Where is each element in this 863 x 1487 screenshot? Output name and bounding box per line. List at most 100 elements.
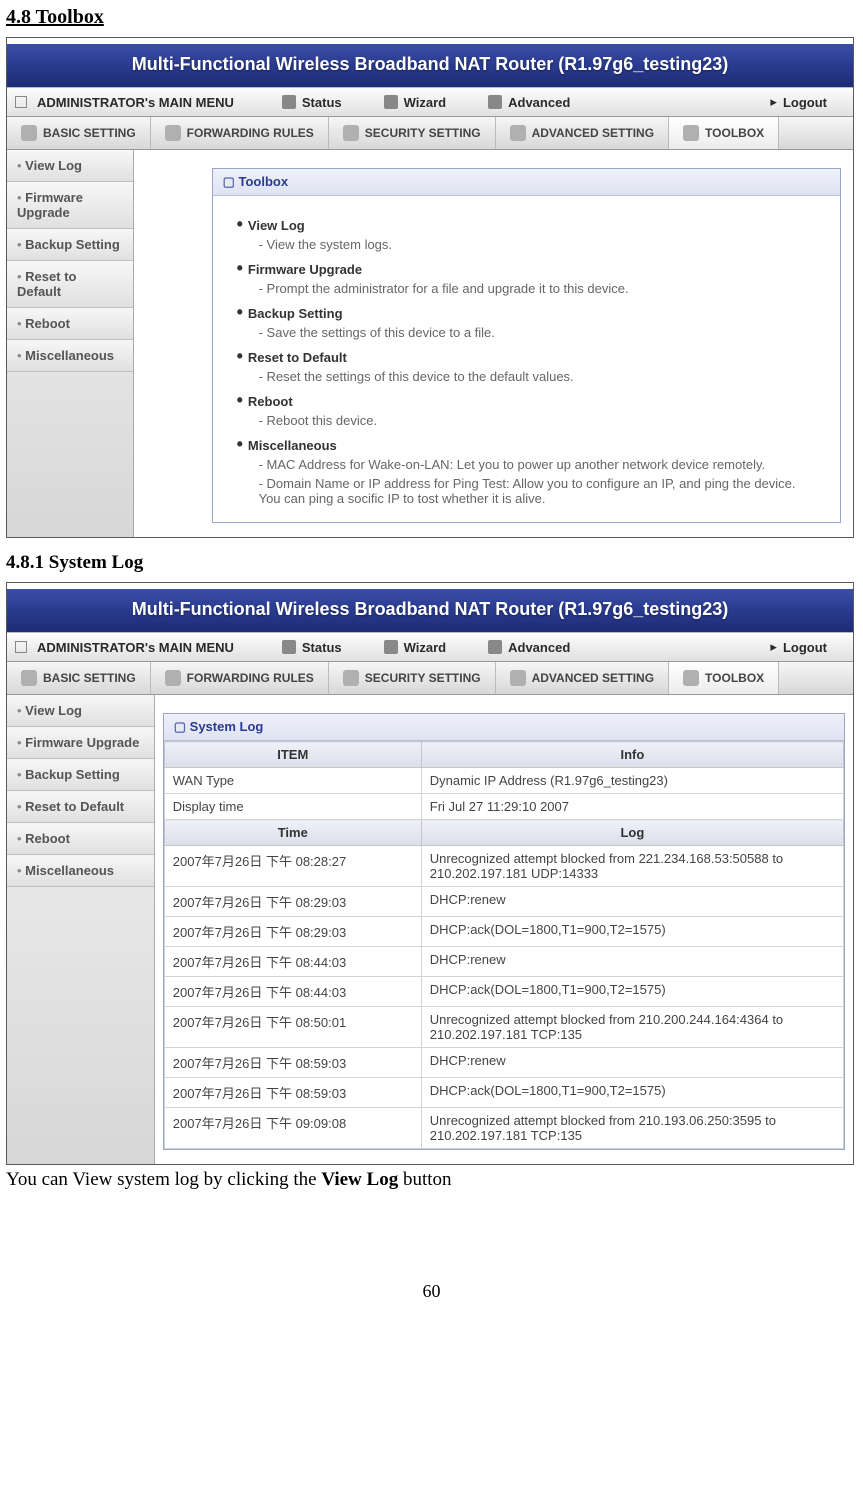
- wizard-icon: [384, 95, 398, 109]
- tab-forwarding[interactable]: FORWARDING RULES: [151, 117, 329, 149]
- tab-advanced-setting[interactable]: ADVANCED SETTING: [496, 117, 669, 149]
- cell-log: DHCP:renew: [421, 1048, 843, 1078]
- tab-advanced-setting-label-2: ADVANCED SETTING: [532, 671, 654, 685]
- tab-toolbox[interactable]: TOOLBOX: [669, 117, 779, 149]
- tab-security-label: SECURITY SETTING: [365, 126, 481, 140]
- feature-desc: MAC Address for Wake-on-LAN: Let you to …: [259, 457, 820, 472]
- sidebar-item-view-log-2[interactable]: View Log: [7, 695, 154, 727]
- caption-post: button: [398, 1169, 451, 1190]
- table-row: 2007年7月26日 下午 08:29:03DHCP:renew: [164, 887, 843, 917]
- feature-title: Reset to Default: [237, 350, 347, 365]
- th-time: Time: [164, 820, 421, 846]
- sidebar-item-firmware-upgrade[interactable]: Firmware Upgrade: [7, 182, 133, 229]
- sidebar-item-reboot-2[interactable]: Reboot: [7, 823, 154, 855]
- tab-bar: BASIC SETTING FORWARDING RULES SECURITY …: [7, 117, 853, 150]
- toolbox-content-box: Toolbox View LogView the system logs.Fir…: [212, 168, 841, 523]
- cell-time: 2007年7月26日 下午 08:29:03: [164, 917, 421, 947]
- cell-log: Unrecognized attempt blocked from 210.20…: [421, 1007, 843, 1048]
- sidebar-item-backup-setting[interactable]: Backup Setting: [7, 229, 133, 261]
- tab-basic-2[interactable]: BASIC SETTING: [7, 662, 151, 694]
- feature-desc: Prompt the administrator for a file and …: [259, 281, 820, 296]
- table-row: Display timeFri Jul 27 11:29:10 2007: [164, 794, 843, 820]
- menu-logout-2[interactable]: Logout: [752, 637, 845, 657]
- cell-log: DHCP:renew: [421, 947, 843, 977]
- tab-basic-label: BASIC SETTING: [43, 126, 136, 140]
- sidebar-item-view-log[interactable]: View Log: [7, 150, 133, 182]
- menu-wizard-label: Wizard: [404, 95, 447, 110]
- menu-wizard[interactable]: Wizard: [366, 93, 465, 112]
- cell-time: 2007年7月26日 下午 08:44:03: [164, 947, 421, 977]
- feature-title: View Log: [237, 218, 305, 233]
- feature-title: Reboot: [237, 394, 293, 409]
- tab-bar-2: BASIC SETTING FORWARDING RULES SECURITY …: [7, 662, 853, 695]
- table-row: 2007年7月26日 下午 09:09:08Unrecognized attem…: [164, 1108, 843, 1149]
- tab-basic[interactable]: BASIC SETTING: [7, 117, 151, 149]
- menu-wizard-2[interactable]: Wizard: [366, 638, 465, 657]
- advanced-setting-icon: [510, 125, 526, 141]
- cell-log: Unrecognized attempt blocked from 221.23…: [421, 846, 843, 887]
- tab-advanced-setting-2[interactable]: ADVANCED SETTING: [496, 662, 669, 694]
- sidebar-item-miscellaneous-2[interactable]: Miscellaneous: [7, 855, 154, 887]
- title-bar-2: Multi-Functional Wireless Broadband NAT …: [7, 583, 853, 632]
- sidebar-item-reset-default[interactable]: Reset to Default: [7, 261, 133, 308]
- cell-time: 2007年7月26日 下午 08:59:03: [164, 1078, 421, 1108]
- sidebar-item-reset-default-2[interactable]: Reset to Default: [7, 791, 154, 823]
- cell-info: Fri Jul 27 11:29:10 2007: [421, 794, 843, 820]
- admin-label: ADMINISTRATOR's MAIN MENU: [37, 95, 234, 110]
- security-icon: [343, 670, 359, 686]
- tab-toolbox-label-2: TOOLBOX: [705, 671, 764, 685]
- status-icon: [282, 95, 296, 109]
- cell-item: Display time: [164, 794, 421, 820]
- feature-desc: Domain Name or IP address for Ping Test:…: [259, 476, 820, 506]
- th-log: Log: [421, 820, 843, 846]
- tab-forwarding-label: FORWARDING RULES: [187, 126, 314, 140]
- feature-title: Backup Setting: [237, 306, 343, 321]
- table-row: 2007年7月26日 下午 08:59:03DHCP:ack(DOL=1800,…: [164, 1078, 843, 1108]
- cell-log: DHCP:ack(DOL=1800,T1=900,T2=1575): [421, 1078, 843, 1108]
- forwarding-icon: [165, 670, 181, 686]
- feature-item: Reset to Default: [237, 350, 820, 365]
- advanced-icon: [488, 640, 502, 654]
- sidebar-item-firmware-upgrade-2[interactable]: Firmware Upgrade: [7, 727, 154, 759]
- table-row: 2007年7月26日 下午 08:29:03DHCP:ack(DOL=1800,…: [164, 917, 843, 947]
- menu-bar-2: ADMINISTRATOR's MAIN MENU Status Wizard …: [7, 632, 853, 662]
- sidebar: View Log Firmware Upgrade Backup Setting…: [7, 150, 134, 537]
- tab-forwarding-label-2: FORWARDING RULES: [187, 671, 314, 685]
- tab-advanced-setting-label: ADVANCED SETTING: [532, 126, 654, 140]
- tab-forwarding-2[interactable]: FORWARDING RULES: [151, 662, 329, 694]
- tab-basic-label-2: BASIC SETTING: [43, 671, 136, 685]
- tab-security-2[interactable]: SECURITY SETTING: [329, 662, 496, 694]
- cell-log: DHCP:renew: [421, 887, 843, 917]
- tab-toolbox-2[interactable]: TOOLBOX: [669, 662, 779, 694]
- table-row: 2007年7月26日 下午 08:44:03DHCP:ack(DOL=1800,…: [164, 977, 843, 1007]
- page-number: 60: [6, 1281, 857, 1302]
- caption-strong: View Log: [321, 1169, 398, 1190]
- menu-advanced-2[interactable]: Advanced: [470, 638, 588, 657]
- menu-status-2[interactable]: Status: [264, 638, 360, 657]
- toolbox-icon: [683, 125, 699, 141]
- feature-title: Miscellaneous: [237, 438, 337, 453]
- sidebar-item-backup-setting-2[interactable]: Backup Setting: [7, 759, 154, 791]
- sidebar-item-reboot[interactable]: Reboot: [7, 308, 133, 340]
- cell-item: WAN Type: [164, 768, 421, 794]
- feature-desc: View the system logs.: [259, 237, 820, 252]
- menu-logout[interactable]: Logout: [752, 92, 845, 112]
- square-icon: [15, 641, 27, 653]
- sidebar-item-miscellaneous[interactable]: Miscellaneous: [7, 340, 133, 372]
- feature-item: Miscellaneous: [237, 438, 820, 453]
- wizard-icon: [384, 640, 398, 654]
- tab-security[interactable]: SECURITY SETTING: [329, 117, 496, 149]
- table-row: WAN TypeDynamic IP Address (R1.97g6_test…: [164, 768, 843, 794]
- menu-status[interactable]: Status: [264, 93, 360, 112]
- sidebar-2: View Log Firmware Upgrade Backup Setting…: [7, 695, 155, 1164]
- caption: You can View system log by clicking the …: [6, 1169, 857, 1191]
- feature-item: Firmware Upgrade: [237, 262, 820, 277]
- table-row: 2007年7月26日 下午 08:28:27Unrecognized attem…: [164, 846, 843, 887]
- cell-time: 2007年7月26日 下午 08:50:01: [164, 1007, 421, 1048]
- square-icon: [15, 96, 27, 108]
- menu-advanced-label: Advanced: [508, 95, 570, 110]
- subsection-heading: 4.8.1 System Log: [6, 552, 857, 574]
- th-item: ITEM: [164, 742, 421, 768]
- menu-advanced[interactable]: Advanced: [470, 93, 588, 112]
- feature-title: Firmware Upgrade: [237, 262, 362, 277]
